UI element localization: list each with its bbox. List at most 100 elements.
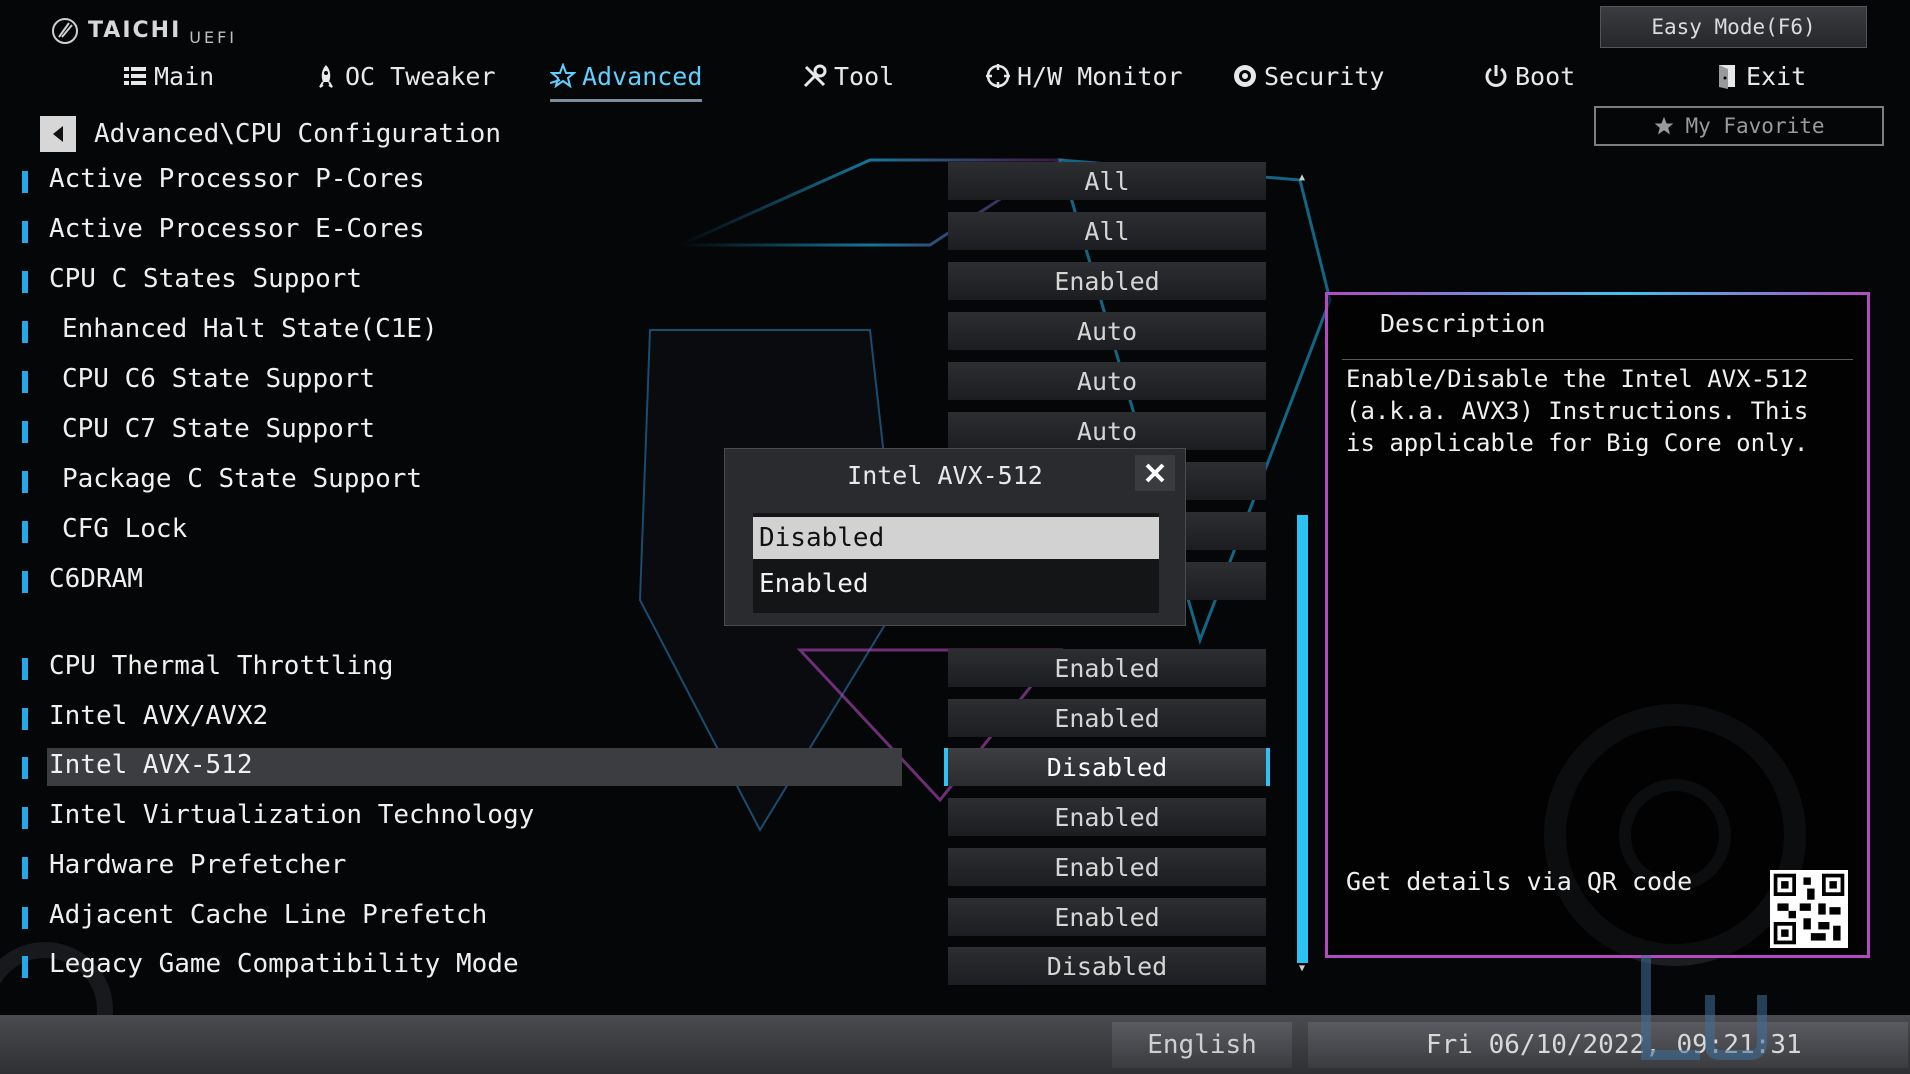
row-indicator — [22, 221, 28, 243]
tab-advanced[interactable]: Advanced — [550, 56, 703, 102]
tab-boot[interactable]: Boot — [1483, 56, 1575, 96]
scroll-up-icon[interactable]: ▲ — [1296, 172, 1308, 184]
breadcrumb: Advanced\CPU Configuration — [40, 116, 501, 152]
tab-oc-tweaker[interactable]: OC Tweaker — [313, 56, 496, 96]
setting-value[interactable]: Enabled — [948, 649, 1266, 687]
back-arrow-icon — [53, 126, 63, 142]
tab-security[interactable]: Security — [1232, 56, 1384, 96]
close-button[interactable] — [1135, 455, 1175, 491]
setting-row[interactable]: Legacy Game Compatibility Mode Disabled — [0, 947, 1300, 987]
setting-value[interactable]: Enabled — [948, 798, 1266, 836]
setting-label: C6DRAM — [49, 564, 143, 594]
row-indicator — [22, 956, 28, 978]
row-indicator — [22, 371, 28, 393]
setting-row[interactable]: CPU Thermal Throttling Enabled — [0, 649, 1300, 689]
tab-exit[interactable]: Exit — [1714, 56, 1806, 96]
tab-main-label: Main — [154, 61, 215, 91]
divider — [1342, 359, 1853, 360]
setting-row[interactable]: Active Processor E-Cores All — [0, 212, 1300, 252]
row-indicator — [22, 521, 28, 543]
popup-option-disabled[interactable]: Disabled — [753, 517, 1159, 559]
setting-value[interactable]: All — [948, 212, 1266, 250]
popup-title: Intel AVX-512 — [847, 461, 1043, 490]
description-heading: Description — [1380, 309, 1546, 338]
tab-main[interactable]: Main — [122, 56, 214, 96]
brand-sub: UEFI — [189, 28, 238, 47]
qr-code-icon — [1770, 870, 1848, 948]
easy-mode-button[interactable]: Easy Mode(F6) — [1600, 6, 1867, 48]
setting-value[interactable]: Enabled — [948, 699, 1266, 737]
setting-row[interactable]: Enhanced Halt State(C1E) Auto — [0, 312, 1300, 352]
setting-row-selected[interactable]: Intel AVX-512 Disabled — [0, 748, 1300, 788]
main-navigation: Main OC Tweaker Advanced Tool H/W Monito… — [0, 56, 1910, 102]
row-indicator — [22, 658, 28, 680]
setting-row[interactable]: Adjacent Cache Line Prefetch Enabled — [0, 898, 1300, 938]
setting-label: Package C State Support — [62, 464, 423, 494]
tab-hw-monitor-label: H/W Monitor — [1017, 61, 1183, 91]
setting-value[interactable]: Enabled — [948, 898, 1266, 936]
setting-value[interactable]: Auto — [948, 312, 1266, 350]
setting-label: Intel AVX-512 — [49, 750, 253, 780]
popup-option-list: Disabled Enabled — [753, 513, 1159, 613]
language-button[interactable]: English — [1112, 1022, 1292, 1068]
back-button[interactable] — [40, 116, 76, 152]
setting-label: Enhanced Halt State(C1E) — [62, 314, 438, 344]
setting-label: Active Processor E-Cores — [49, 214, 425, 244]
setting-row[interactable]: Hardware Prefetcher Enabled — [0, 848, 1300, 888]
setting-value[interactable]: Enabled — [948, 848, 1266, 886]
tab-tool-label: Tool — [834, 61, 895, 91]
row-indicator — [22, 857, 28, 879]
scroll-down-icon[interactable]: ▼ — [1296, 963, 1308, 975]
exit-icon — [1719, 65, 1735, 89]
tab-exit-label: Exit — [1746, 61, 1807, 91]
row-indicator — [22, 171, 28, 193]
row-indicator — [22, 708, 28, 730]
row-indicator — [22, 421, 28, 443]
row-indicator — [22, 907, 28, 929]
setting-value[interactable]: Disabled — [944, 748, 1270, 786]
my-favorite-button[interactable]: My Favorite — [1594, 106, 1884, 146]
description-text: Enable/Disable the Intel AVX-512 (a.k.a.… — [1346, 365, 1809, 457]
tab-tool[interactable]: Tool — [802, 56, 894, 96]
setting-row[interactable]: CPU C States Support Enabled — [0, 262, 1300, 302]
monitor-icon — [986, 64, 1010, 88]
breadcrumb-path: Advanced\CPU Configuration — [94, 119, 501, 149]
setting-value[interactable]: Auto — [948, 362, 1266, 400]
star-icon — [550, 63, 576, 89]
setting-row[interactable]: CPU C7 State Support Auto — [0, 412, 1300, 452]
brand-logo: TAICHI UEFI — [50, 14, 237, 47]
setting-value[interactable]: All — [948, 162, 1266, 200]
setting-row[interactable]: Intel AVX/AVX2 Enabled — [0, 699, 1300, 739]
tab-oc-tweaker-label: OC Tweaker — [345, 61, 496, 91]
my-favorite-label: My Favorite — [1685, 114, 1825, 138]
row-indicator — [22, 271, 28, 293]
tab-boot-label: Boot — [1515, 61, 1576, 91]
row-indicator — [22, 571, 28, 593]
popup-option-enabled[interactable]: Enabled — [753, 563, 1159, 605]
scrollbar-thumb[interactable] — [1297, 515, 1308, 963]
row-indicator — [22, 807, 28, 829]
setting-value[interactable]: Enabled — [948, 262, 1266, 300]
setting-label: CFG Lock — [62, 514, 188, 544]
setting-label: Active Processor P-Cores — [49, 164, 425, 194]
setting-label: CPU C States Support — [49, 264, 363, 294]
setting-row[interactable]: CPU C6 State Support Auto — [0, 362, 1300, 402]
brand-name: TAICHI — [88, 18, 182, 43]
watermark-logo-icon — [1641, 955, 1767, 1060]
option-popup: Intel AVX-512 Disabled Enabled — [724, 448, 1186, 626]
rocket-icon — [319, 65, 333, 88]
tab-hw-monitor[interactable]: H/W Monitor — [985, 56, 1183, 96]
tools-icon — [803, 64, 827, 88]
qr-label: Get details via QR code — [1346, 867, 1693, 896]
power-icon — [1485, 65, 1507, 87]
description-panel: Description Enable/Disable the Intel AVX… — [1325, 292, 1870, 958]
setting-label: Intel AVX/AVX2 — [49, 701, 269, 731]
row-indicator — [22, 757, 28, 779]
list-icon — [124, 67, 146, 85]
setting-value[interactable]: Disabled — [948, 947, 1266, 985]
setting-value[interactable]: Auto — [948, 412, 1266, 450]
setting-row[interactable]: Intel Virtualization Technology Enabled — [0, 798, 1300, 838]
active-tab-underline — [550, 99, 703, 102]
setting-label: Hardware Prefetcher — [49, 850, 347, 880]
setting-row[interactable]: Active Processor P-Cores All — [0, 162, 1300, 202]
